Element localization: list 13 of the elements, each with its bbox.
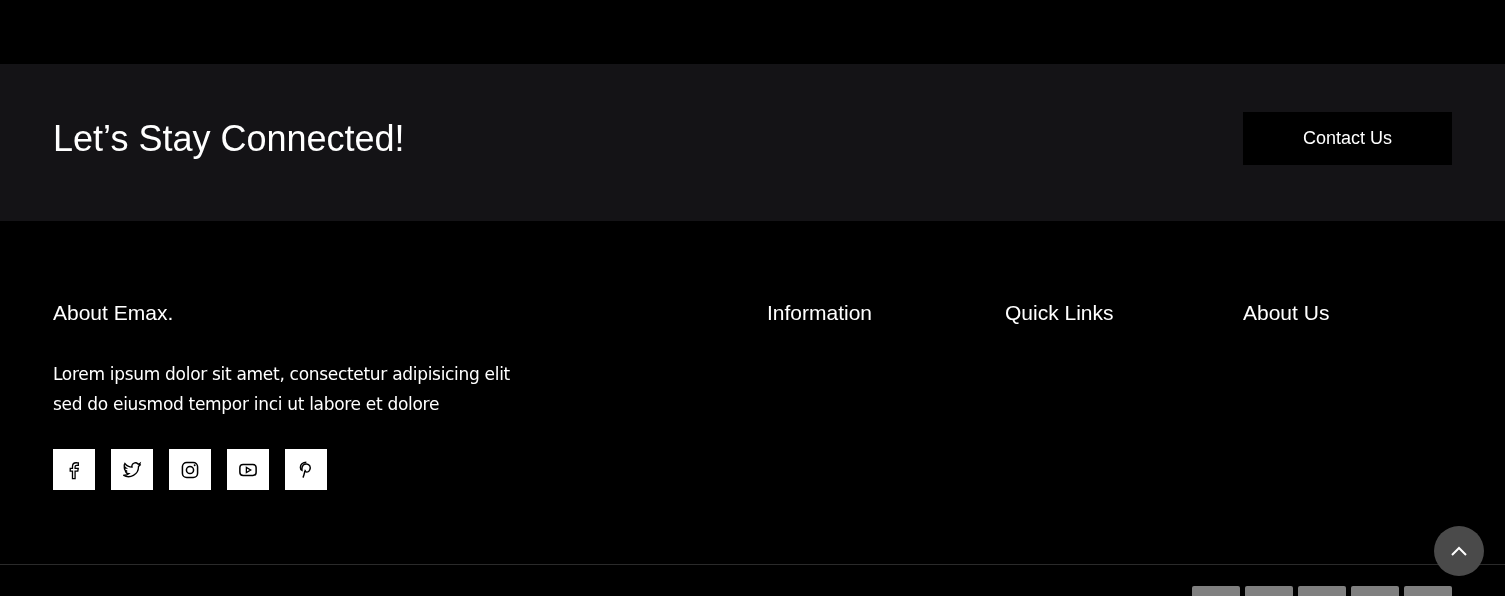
- youtube-icon[interactable]: [227, 449, 269, 490]
- column-heading: Quick Links: [1005, 301, 1115, 325]
- facebook-icon[interactable]: [53, 449, 95, 490]
- column-heading: Information: [767, 301, 874, 325]
- scroll-top-button[interactable]: [1434, 526, 1484, 576]
- about-text: Lorem ipsum dolor sit amet, consectetur adipisicing elit sed do eiusmod tempor inci ut labore et dolore: [53, 363, 511, 416]
- column-heading: About Emax.: [53, 301, 175, 325]
- banner-heading: Let’s Stay Connected!: [53, 117, 405, 160]
- instagram-icon[interactable]: [169, 449, 211, 490]
- column-heading: About Us: [1243, 301, 1331, 325]
- twitter-icon[interactable]: [111, 449, 153, 490]
- pinterest-icon[interactable]: [285, 449, 327, 490]
- contact-button[interactable]: Contact Us: [1243, 112, 1452, 165]
